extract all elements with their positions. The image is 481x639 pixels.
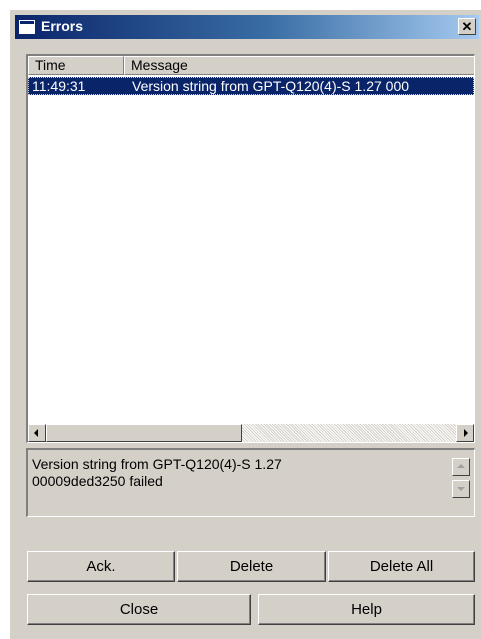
row-time: 11:49:31 — [32, 78, 86, 94]
close-button[interactable]: Close — [27, 594, 251, 625]
errors-dialog: Errors ✕ Time Message 11:49:31 Version s… — [10, 10, 481, 639]
window-icon — [19, 20, 35, 34]
column-header-message[interactable]: Message — [124, 56, 474, 75]
arrow-left-icon — [34, 429, 38, 437]
delete-button[interactable]: Delete — [177, 551, 326, 582]
window-title: Errors — [41, 18, 84, 34]
table-row[interactable]: 11:49:31 Version string from GPT-Q120(4)… — [28, 77, 474, 95]
scroll-left-button[interactable] — [28, 424, 46, 442]
scroll-up-button[interactable] — [452, 458, 470, 476]
horizontal-scrollbar[interactable] — [28, 424, 474, 442]
message-detail: Version string from GPT-Q120(4)-S 1.27 0… — [26, 448, 475, 517]
scroll-right-button[interactable] — [456, 424, 474, 442]
delete-all-button[interactable]: Delete All — [328, 551, 475, 582]
vertical-scrollbar[interactable] — [452, 458, 470, 516]
arrow-down-icon — [457, 487, 465, 491]
row-message: Version string from GPT-Q120(4)-S 1.27 0… — [132, 78, 410, 94]
column-header-time[interactable]: Time — [28, 56, 124, 75]
arrow-up-icon — [457, 464, 465, 468]
ack-button[interactable]: Ack. — [27, 551, 175, 582]
title-bar[interactable]: Errors ✕ — [15, 15, 479, 39]
arrow-right-icon — [464, 429, 468, 437]
scroll-thumb[interactable] — [46, 424, 242, 442]
list-header: Time Message — [28, 56, 474, 75]
close-icon[interactable]: ✕ — [458, 18, 476, 35]
error-list[interactable]: Time Message 11:49:31 Version string fro… — [26, 54, 475, 443]
scroll-down-button[interactable] — [452, 480, 470, 498]
detail-text: Version string from GPT-Q120(4)-S 1.27 0… — [32, 456, 282, 489]
help-button[interactable]: Help — [258, 594, 475, 625]
